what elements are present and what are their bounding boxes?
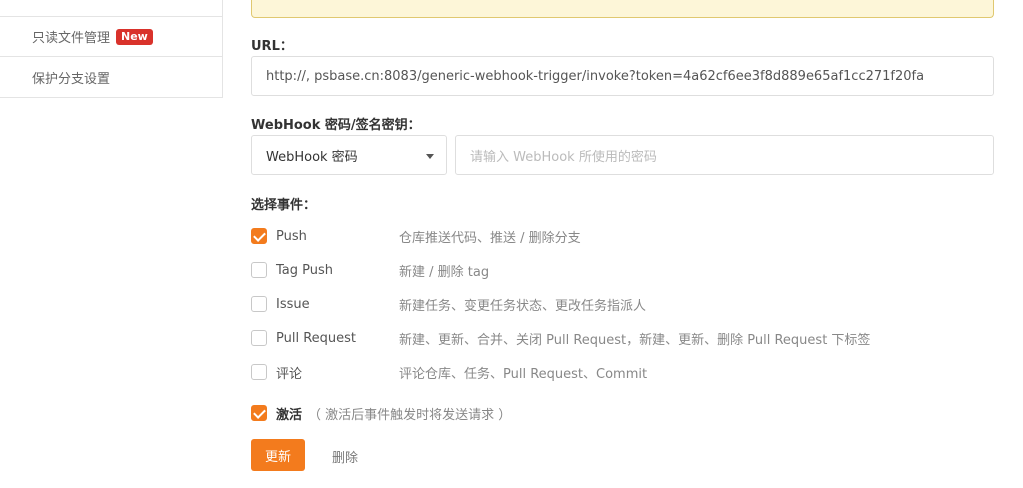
new-badge: New (116, 28, 153, 45)
active-hint: （ 激活后事件触发时将发送请求 ） (308, 407, 512, 423)
event-name: 评论 (276, 366, 303, 382)
checkbox-icon[interactable] (251, 330, 267, 346)
delete-button[interactable]: 删除 (332, 447, 358, 466)
checkbox-checked-icon[interactable] (251, 228, 267, 244)
active-label: 激活 (276, 407, 303, 423)
event-desc: 新建、更新、合并、关闭 Pull Request，新建、更新、删除 Pull R… (399, 332, 871, 348)
url-input[interactable]: http://, psbase.cn:8083/generic-webhook-… (251, 56, 994, 96)
event-name: Push (276, 228, 307, 244)
secret-input[interactable]: 请输入 WebHook 所使用的密码 (455, 135, 994, 175)
sidebar-item-cut-off[interactable] (0, 0, 222, 17)
event-desc: 仓库推送代码、推送 / 删除分支 (399, 230, 581, 246)
checkbox-icon[interactable] (251, 262, 267, 278)
notice-banner (251, 0, 994, 18)
settings-sidebar: 只读文件管理 New 保护分支设置 (0, 0, 223, 98)
event-desc: 新建任务、变更任务状态、更改任务指派人 (399, 298, 647, 314)
secret-type-value: WebHook 密码 (266, 149, 358, 165)
update-button[interactable]: 更新 (251, 439, 305, 471)
events-label: 选择事件： (251, 198, 317, 213)
event-name: Issue (276, 296, 310, 312)
url-label: URL： (251, 39, 293, 54)
checkbox-icon[interactable] (251, 296, 267, 312)
event-desc: 评论仓库、任务、Pull Request、Commit (399, 366, 648, 382)
checkbox-icon[interactable] (251, 364, 267, 380)
event-row-push[interactable]: Push 仓库推送代码、推送 / 删除分支 (251, 226, 994, 246)
sidebar-item-protected-branches[interactable]: 保护分支设置 (0, 57, 222, 97)
event-row-issue[interactable]: Issue 新建任务、变更任务状态、更改任务指派人 (251, 294, 994, 314)
event-name: Pull Request (276, 330, 357, 346)
sidebar-item-readonly-files[interactable]: 只读文件管理 New (0, 17, 222, 57)
sidebar-item-label: 只读文件管理 (32, 31, 111, 46)
event-name: Tag Push (276, 262, 334, 278)
event-row-comment[interactable]: 评论 评论仓库、任务、Pull Request、Commit (251, 362, 994, 382)
event-desc: 新建 / 删除 tag (399, 264, 490, 280)
event-row-tag-push[interactable]: Tag Push 新建 / 删除 tag (251, 260, 994, 280)
event-row-pull-request[interactable]: Pull Request 新建、更新、合并、关闭 Pull Request，新建… (251, 328, 994, 348)
checkbox-checked-icon[interactable] (251, 405, 267, 421)
sidebar-item-label: 保护分支设置 (32, 71, 111, 87)
caret-down-icon (426, 154, 434, 159)
active-toggle-row[interactable]: 激活 （ 激活后事件触发时将发送请求 ） (251, 403, 511, 423)
secret-type-select[interactable]: WebHook 密码 (251, 135, 447, 175)
secret-label: WebHook 密码/签名密钥： (251, 118, 421, 133)
